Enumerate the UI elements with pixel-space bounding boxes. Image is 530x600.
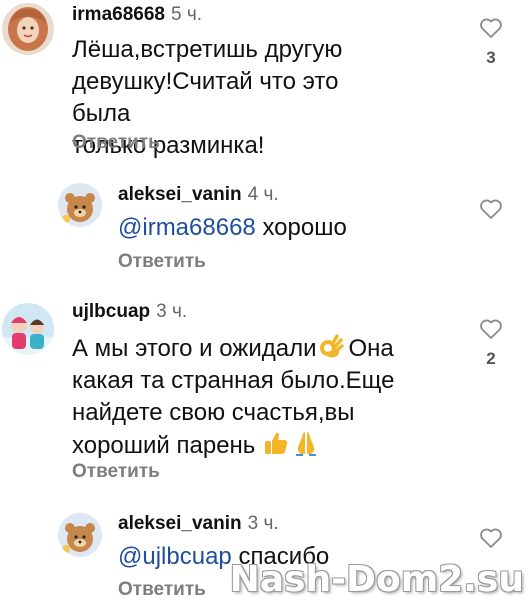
praying-hands-emoji-icon [292,429,320,457]
reply-button[interactable]: Ответить [72,131,160,155]
username[interactable]: ujlbcuap [72,301,150,322]
user-avatar[interactable] [58,183,102,227]
timestamp: 4 ч. [247,184,279,205]
like-button[interactable] [479,318,503,340]
ok-hand-emoji-icon [317,332,345,360]
comment-text: А мы этого и ожидали Она какая та странна… [72,332,432,462]
bear-icon [58,513,102,557]
like-count: 3 [486,48,496,67]
user-avatar[interactable] [2,3,54,55]
heart-icon [480,199,502,219]
reply-button[interactable]: Ответить [72,460,160,484]
username[interactable]: irma68668 [72,4,165,25]
comment-meta: aleksei_vanin 4 ч. [118,183,279,207]
timestamp: 3 ч. [156,301,188,322]
comment-text-line: девушку!Считай что это была [72,68,339,127]
comment-text: @irma68668 хорошо [118,212,448,244]
timestamp: 5 ч. [170,4,202,25]
woman-portrait-icon [2,3,54,55]
site-watermark: Nash-Dom2.su [229,559,524,600]
comment-text-line: Лёша,встретишь другую [72,36,343,63]
comment-text-fragment: А мы этого и ожидали [72,335,317,362]
thumbs-up-emoji-icon [262,429,290,457]
bear-icon [58,183,102,227]
reply-button[interactable]: Ответить [118,578,206,600]
user-avatar[interactable] [2,303,54,355]
comment-text-line: А мы этого и ожидали Она [72,332,432,365]
reply-button[interactable]: Ответить [118,250,206,274]
timestamp: 3 ч. [247,513,279,534]
user-avatar[interactable] [58,513,102,557]
comment-meta: aleksei_vanin 3 ч. [118,512,279,536]
like-count: 2 [486,349,496,368]
comment-text-fragment: Она [348,335,394,362]
comment-text-line: найдете свою счастья,вы [72,399,355,426]
children-photo-icon [2,303,54,355]
mention-link[interactable]: @irma68668 [118,214,256,241]
like-button[interactable] [479,527,503,549]
username[interactable]: aleksei_vanin [118,513,242,534]
comment-body: хорошо [262,214,347,241]
heart-icon [480,18,502,38]
comment-meta: ujlbcuap 3 ч. [72,300,187,324]
mention-link[interactable]: @ujlbcuap [118,543,232,570]
comment-meta: irma68668 5 ч. [72,3,202,27]
heart-icon [480,319,502,339]
heart-icon [480,528,502,548]
username[interactable]: aleksei_vanin [118,184,242,205]
comment-text-line: какая та странная было.Еще [72,367,395,394]
like-button[interactable] [479,17,503,39]
like-button[interactable] [479,198,503,220]
comment-text-line: хороший парень [72,429,432,462]
comment-text-fragment: хороший парень [72,432,256,459]
